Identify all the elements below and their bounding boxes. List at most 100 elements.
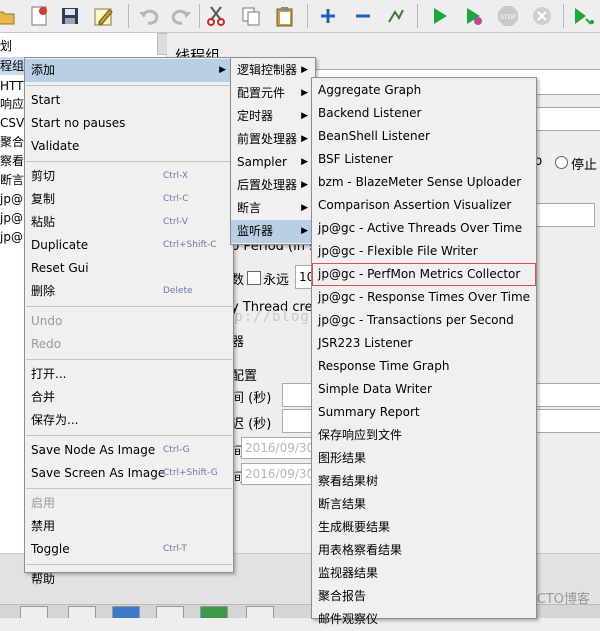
menu-item-label: Summary Report bbox=[318, 405, 420, 419]
listener-item-beanshell-listener[interactable]: BeanShell Listener bbox=[312, 125, 536, 148]
start-time-field[interactable]: 2016/09/30 bbox=[241, 437, 316, 459]
listener-item-item-17[interactable]: 察看结果树 bbox=[312, 470, 536, 493]
menu-item-save-screen-as-image[interactable]: Save Screen As Image Ctrl+Shift-G bbox=[25, 462, 233, 485]
remote-start-icon[interactable] bbox=[571, 3, 597, 29]
menu-item-item-11[interactable]: 删除 Delete bbox=[25, 280, 233, 303]
save-icon[interactable] bbox=[57, 3, 83, 29]
menu-item-validate[interactable]: Validate bbox=[25, 135, 233, 158]
shutdown-icon[interactable] bbox=[529, 3, 555, 29]
stop-radio[interactable] bbox=[555, 156, 568, 169]
undo-icon[interactable] bbox=[135, 3, 161, 29]
copy-icon[interactable] bbox=[238, 3, 264, 29]
redo-icon[interactable] bbox=[169, 3, 195, 29]
add-menu-item-item-3[interactable]: 前置处理器 ▶ bbox=[231, 128, 315, 151]
menu-item-label: Start no pauses bbox=[31, 116, 126, 130]
listener-item-response-time-graph[interactable]: Response Time Graph bbox=[312, 355, 536, 378]
menu-item-item-17[interactable]: 合并 bbox=[25, 386, 233, 409]
tree-item[interactable]: HTT bbox=[0, 77, 23, 95]
menu-shortcut: Ctrl-V bbox=[163, 217, 188, 227]
menu-item-item-27[interactable]: 帮助 bbox=[25, 568, 233, 591]
taskbar-button[interactable] bbox=[200, 606, 228, 618]
menu-item-item-6[interactable]: 剪切 Ctrl-X bbox=[25, 165, 233, 188]
listener-item-item-21[interactable]: 监视器结果 bbox=[312, 562, 536, 585]
menu-item-item-16[interactable]: 打开... bbox=[25, 363, 233, 386]
listener-item-item-20[interactable]: 用表格察看结果 bbox=[312, 539, 536, 562]
menu-item-start-no-pauses[interactable]: Start no pauses bbox=[25, 112, 233, 135]
tree-item[interactable]: 断言 bbox=[0, 171, 24, 189]
menu-item-label: 合并 bbox=[31, 390, 56, 404]
menu-separator bbox=[26, 564, 232, 565]
listener-item-simple-data-writer[interactable]: Simple Data Writer bbox=[312, 378, 536, 401]
tree-item[interactable]: jp@ bbox=[0, 209, 23, 227]
taskbar-button[interactable] bbox=[20, 606, 48, 618]
expand-icon[interactable] bbox=[315, 3, 341, 29]
add-menu-item-item-6[interactable]: 断言 ▶ bbox=[231, 197, 315, 220]
listener-item-aggregate-graph[interactable]: Aggregate Graph bbox=[312, 79, 536, 102]
paste-icon[interactable] bbox=[272, 3, 298, 29]
add-menu-item-item-7[interactable]: 监听器 ▶ bbox=[231, 220, 315, 243]
listener-item-item-16[interactable]: 图形结果 bbox=[312, 447, 536, 470]
start-icon[interactable] bbox=[427, 3, 453, 29]
tree-item[interactable]: 划 bbox=[0, 37, 12, 55]
listener-item-backend-listener[interactable]: Backend Listener bbox=[312, 102, 536, 125]
listener-item-jp-gc-active-threads-over-time[interactable]: jp@gc - Active Threads Over Time bbox=[312, 217, 536, 240]
listener-item-item-18[interactable]: 断言结果 bbox=[312, 493, 536, 516]
start-no-pauses-icon[interactable] bbox=[461, 3, 487, 29]
taskbar-button[interactable] bbox=[112, 606, 140, 618]
menu-item-label: 察看结果树 bbox=[318, 474, 379, 488]
listener-item-item-15[interactable]: 保存响应到文件 bbox=[312, 424, 536, 447]
end-time-field[interactable]: 2016/09/30 bbox=[241, 463, 316, 485]
listener-item-jp-gc-perfmon-metrics-collector[interactable]: jp@gc - PerfMon Metrics Collector bbox=[312, 263, 536, 286]
listener-item-jsr223-listener[interactable]: JSR223 Listener bbox=[312, 332, 536, 355]
tree-item[interactable]: jp@ bbox=[0, 190, 23, 208]
tree-item[interactable]: 聚合 bbox=[0, 133, 24, 151]
taskbar-button[interactable] bbox=[246, 606, 274, 618]
forever-checkbox[interactable] bbox=[247, 271, 261, 285]
submenu-arrow-icon: ▶ bbox=[301, 180, 308, 190]
add-menu-item-item-1[interactable]: 配置元件 ▶ bbox=[231, 82, 315, 105]
listener-item-summary-report[interactable]: Summary Report bbox=[312, 401, 536, 424]
submenu-arrow-icon: ▶ bbox=[301, 226, 308, 236]
listener-item-comparison-assertion-visualizer[interactable]: Comparison Assertion Visualizer bbox=[312, 194, 536, 217]
menu-item-item-8[interactable]: 粘贴 Ctrl-V bbox=[25, 211, 233, 234]
menu-shortcut: Ctrl-C bbox=[163, 194, 189, 204]
listener-item-item-19[interactable]: 生成概要结果 bbox=[312, 516, 536, 539]
menu-item-label: Sampler bbox=[237, 155, 287, 169]
menu-item-label: 添加 bbox=[31, 63, 56, 77]
add-menu-item-item-0[interactable]: 逻辑控制器 ▶ bbox=[231, 59, 315, 82]
stop-icon[interactable]: STOP bbox=[495, 3, 521, 29]
tree-item[interactable]: CSV bbox=[0, 114, 24, 132]
menu-item-start[interactable]: Start bbox=[25, 89, 233, 112]
listener-item-jp-gc-transactions-per-second[interactable]: jp@gc - Transactions per Second bbox=[312, 309, 536, 332]
listener-item-bzm-blazemeter-sense-uploader[interactable]: bzm - BlazeMeter Sense Uploader bbox=[312, 171, 536, 194]
toggle-icon[interactable] bbox=[383, 3, 409, 29]
menu-item-label: Toggle bbox=[31, 542, 70, 556]
add-menu-item-item-5[interactable]: 后置处理器 ▶ bbox=[231, 174, 315, 197]
listener-item-item-23[interactable]: 邮件观察仪 bbox=[312, 608, 536, 631]
listener-item-jp-gc-response-times-over-time[interactable]: jp@gc - Response Times Over Time bbox=[312, 286, 536, 309]
menu-item-item-24[interactable]: 禁用 bbox=[25, 515, 233, 538]
taskbar-button[interactable] bbox=[68, 606, 96, 618]
open-folder-icon[interactable] bbox=[0, 3, 18, 29]
listener-item-item-22[interactable]: 聚合报告 bbox=[312, 585, 536, 608]
menu-item-item-18[interactable]: 保存为... bbox=[25, 409, 233, 432]
tree-item[interactable]: 响应 bbox=[0, 95, 24, 113]
menu-item-item-0[interactable]: 添加 ▶ bbox=[25, 59, 233, 82]
menu-item-item-7[interactable]: 复制 Ctrl-C bbox=[25, 188, 233, 211]
menu-item-toggle[interactable]: Toggle Ctrl-T bbox=[25, 538, 233, 561]
menu-item-save-node-as-image[interactable]: Save Node As Image Ctrl-G bbox=[25, 439, 233, 462]
add-menu-item-item-2[interactable]: 定时器 ▶ bbox=[231, 105, 315, 128]
menu-item-reset-gui[interactable]: Reset Gui bbox=[25, 257, 233, 280]
listener-item-jp-gc-flexible-file-writer[interactable]: jp@gc - Flexible File Writer bbox=[312, 240, 536, 263]
tree-item[interactable]: 察看 bbox=[0, 152, 24, 170]
menu-item-duplicate[interactable]: Duplicate Ctrl+Shift-C bbox=[25, 234, 233, 257]
menu-item-label: 断言 bbox=[237, 201, 262, 215]
listener-item-bsf-listener[interactable]: BSF Listener bbox=[312, 148, 536, 171]
close-file-icon[interactable] bbox=[26, 3, 52, 29]
cut-icon[interactable] bbox=[203, 3, 229, 29]
taskbar-button[interactable] bbox=[156, 606, 184, 618]
tree-item[interactable]: jp@ bbox=[0, 228, 23, 246]
collapse-icon[interactable] bbox=[350, 3, 376, 29]
add-menu-item-sampler[interactable]: Sampler ▶ bbox=[231, 151, 315, 174]
edit-icon[interactable] bbox=[91, 3, 117, 29]
